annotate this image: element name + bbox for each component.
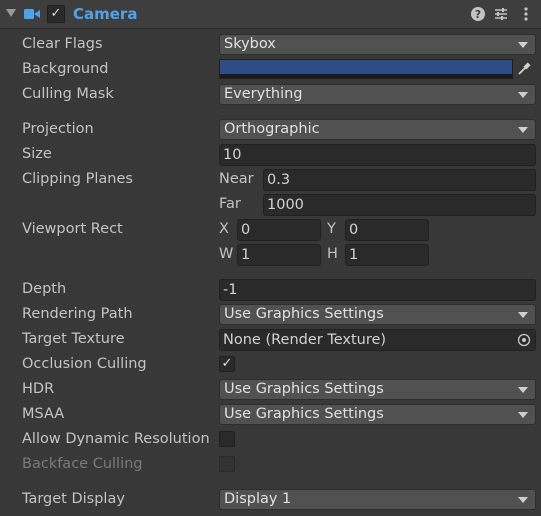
occlusion-culling-checkbox[interactable]: ✓ [219, 356, 235, 372]
viewport-w-input[interactable]: 1 [237, 244, 321, 266]
rendering-path-dropdown[interactable]: Use Graphics Settings [219, 304, 536, 325]
background-label: Background [22, 61, 109, 77]
svg-text:?: ? [475, 8, 481, 21]
help-icon[interactable]: ? [469, 5, 487, 23]
occlusion-culling-label: Occlusion Culling [22, 356, 147, 372]
target-display-label: Target Display [22, 491, 125, 507]
chevron-down-icon [518, 42, 528, 48]
viewport-rect-label: Viewport Rect [22, 221, 123, 237]
chevron-down-icon [518, 387, 528, 393]
background-color-field[interactable] [219, 59, 513, 79]
allow-dynamic-resolution-label: Allow Dynamic Resolution [22, 431, 210, 447]
hdr-dropdown[interactable]: Use Graphics Settings [219, 379, 536, 400]
depth-label: Depth [22, 281, 67, 297]
chevron-down-icon [518, 127, 528, 133]
clear-flags-label: Clear Flags [22, 36, 103, 52]
component-header[interactable]: ✓ Camera ? [0, 0, 541, 29]
clear-flags-value: Skybox [224, 36, 276, 52]
presets-icon[interactable] [492, 5, 510, 23]
depth-input[interactable]: -1 [219, 279, 536, 301]
foldout-arrow-icon[interactable] [6, 9, 16, 17]
background-color-swatch [220, 60, 512, 74]
hdr-value: Use Graphics Settings [224, 381, 384, 397]
chevron-down-icon [518, 92, 528, 98]
viewport-x-label: X [219, 221, 229, 237]
viewport-x-input[interactable]: 0 [237, 219, 321, 241]
allow-dynamic-resolution-checkbox[interactable] [219, 431, 235, 447]
viewport-h-label: H [327, 246, 338, 262]
near-input[interactable]: 0.3 [263, 169, 536, 191]
target-texture-field[interactable]: None (Render Texture) [219, 329, 536, 351]
size-label: Size [22, 146, 52, 162]
clear-flags-dropdown[interactable]: Skybox [219, 34, 536, 55]
near-label: Near [219, 171, 254, 187]
chevron-down-icon [518, 497, 528, 503]
target-display-value: Display 1 [224, 491, 292, 507]
target-texture-label: Target Texture [22, 331, 125, 347]
backface-culling-checkbox [219, 456, 235, 472]
clipping-planes-label: Clipping Planes [22, 171, 133, 187]
eyedropper-icon[interactable] [516, 61, 532, 77]
culling-mask-dropdown[interactable]: Everything [219, 84, 536, 105]
camera-icon [24, 9, 40, 19]
projection-value: Orthographic [224, 121, 320, 137]
rendering-path-label: Rendering Path [22, 306, 133, 322]
object-picker-icon [517, 333, 531, 347]
chevron-down-icon [518, 312, 528, 318]
msaa-dropdown[interactable]: Use Graphics Settings [219, 404, 536, 425]
viewport-w-label: W [219, 246, 234, 262]
far-input[interactable]: 1000 [263, 194, 536, 216]
culling-mask-label: Culling Mask [22, 86, 114, 102]
kebab-menu-icon[interactable] [517, 5, 535, 23]
component-title: Camera [73, 5, 138, 23]
culling-mask-value: Everything [224, 86, 303, 102]
projection-label: Projection [22, 121, 94, 137]
viewport-y-label: Y [327, 221, 336, 237]
rendering-path-value: Use Graphics Settings [224, 306, 384, 322]
object-picker-button[interactable] [513, 330, 535, 350]
target-display-dropdown[interactable]: Display 1 [219, 489, 536, 510]
target-texture-value: None (Render Texture) [223, 332, 387, 348]
msaa-label: MSAA [22, 406, 65, 422]
size-input[interactable]: 10 [219, 144, 536, 166]
far-label: Far [219, 196, 241, 212]
chevron-down-icon [518, 412, 528, 418]
viewport-h-input[interactable]: 1 [345, 244, 429, 266]
backface-culling-label: Backface Culling [22, 456, 143, 472]
projection-dropdown[interactable]: Orthographic [219, 119, 536, 140]
msaa-value: Use Graphics Settings [224, 406, 384, 422]
hdr-label: HDR [22, 381, 55, 397]
viewport-y-input[interactable]: 0 [345, 219, 429, 241]
component-enabled-checkbox[interactable]: ✓ [47, 5, 65, 23]
